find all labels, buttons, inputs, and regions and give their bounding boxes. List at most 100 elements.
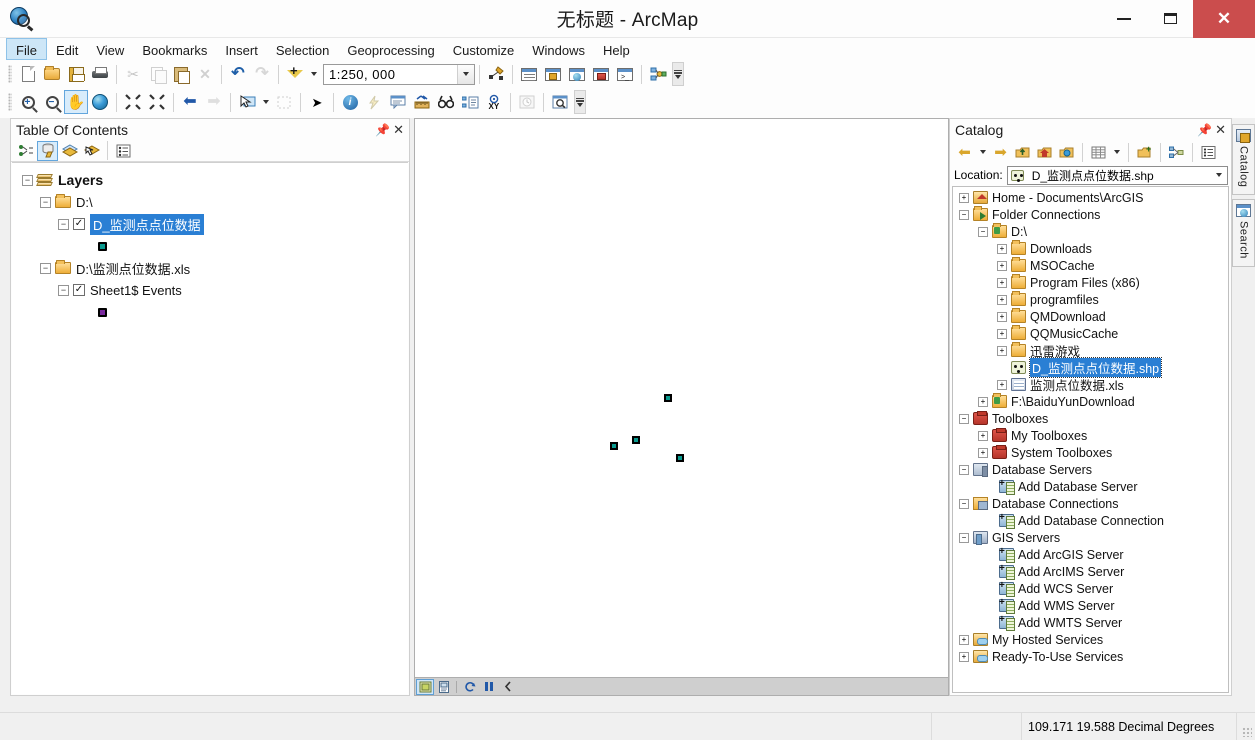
model-builder-button[interactable] [646,62,670,86]
catalog-back-button[interactable]: ⬅ [954,142,975,163]
redo-button[interactable]: ↷ [250,62,274,86]
toc-tree[interactable]: − Layers − D:\ − D_监测点点位数据 − D:\监测点位数据. [12,162,408,694]
close-icon[interactable]: ✕ [393,123,404,136]
toolbar-grip[interactable] [8,93,12,111]
catalog-item-add-database-connection[interactable]: Add Database Connection [953,512,1228,529]
catalog-item-toolboxes[interactable]: − Toolboxes [953,410,1228,427]
toc-row-layers[interactable]: − Layers [12,169,408,191]
search-window-button[interactable] [565,62,589,86]
zoom-out-button[interactable]: − [40,90,64,114]
expander-icon[interactable]: + [978,430,988,441]
catalog-item-database-servers[interactable]: − Database Servers [953,461,1228,478]
catalog-contents-panel-button[interactable] [1088,142,1109,163]
expander-icon[interactable]: − [959,498,969,509]
menu-geoprocessing[interactable]: Geoprocessing [338,38,443,60]
toc-row-layer-events[interactable]: − Sheet1$ Events [12,279,408,301]
expander-icon[interactable]: − [959,209,969,220]
select-features-dropdown[interactable] [259,90,272,114]
toolbar-grip[interactable] [8,65,12,83]
catalog-item-add-arcgis-server[interactable]: Add ArcGIS Server [953,546,1228,563]
catalog-item-add-arcims-server[interactable]: Add ArcIMS Server [953,563,1228,580]
expander-icon[interactable]: + [959,651,969,662]
expander-icon[interactable]: − [40,196,51,208]
chevron-down-icon[interactable] [1211,167,1227,184]
add-data-button[interactable] [283,62,307,86]
toc-options-button[interactable] [113,141,134,161]
pan-button[interactable]: ✋ [64,90,88,114]
catalog-item-add-wmts-server[interactable]: Add WMTS Server [953,614,1228,631]
expander-icon[interactable]: + [978,396,988,407]
menu-selection[interactable]: Selection [267,38,338,60]
catalog-back-dropdown[interactable] [976,140,989,164]
delete-button[interactable]: ✕ [193,62,217,86]
new-document-button[interactable] [16,62,40,86]
refresh-button[interactable] [461,679,479,695]
catalog-item-drive-d[interactable]: − D:\ [953,223,1228,240]
expander-icon[interactable]: + [997,328,1007,339]
pin-icon[interactable]: 📌 [1197,123,1212,137]
expander-icon[interactable]: + [959,192,969,203]
time-slider-button[interactable] [515,90,539,114]
expander-icon[interactable]: + [997,277,1007,288]
maximize-button[interactable] [1147,0,1193,38]
expander-icon[interactable]: + [978,447,988,458]
expander-icon[interactable]: − [959,413,969,424]
catalog-item-msocache[interactable]: + MSOCache [953,257,1228,274]
menu-file[interactable]: File [6,38,47,60]
catalog-home-button[interactable] [1034,142,1055,163]
catalog-item-add-database-server[interactable]: Add Database Server [953,478,1228,495]
connect-to-folder-button[interactable]: + [1134,142,1155,163]
expander-icon[interactable]: − [40,262,51,274]
toc-row-folder-xls[interactable]: − D:\监测点位数据.xls [12,257,408,279]
expander-icon[interactable]: + [997,260,1007,271]
identify-button[interactable]: i [338,90,362,114]
toolbar-overflow-button[interactable] [574,90,586,114]
catalog-options-button[interactable] [1198,142,1219,163]
catalog-item-xls[interactable]: + 监测点位数据.xls [953,376,1228,393]
catalog-item-add-wcs-server[interactable]: Add WCS Server [953,580,1228,597]
go-back-extent-button[interactable]: ⬅ [178,90,202,114]
full-extent-button[interactable] [88,90,112,114]
expander-icon[interactable]: + [997,294,1007,305]
catalog-item-ready-to-use-services[interactable]: + Ready-To-Use Services [953,648,1228,665]
expander-icon[interactable]: + [997,379,1007,390]
map-point-feature[interactable] [632,436,640,444]
fixed-zoom-out-button[interactable] [145,90,169,114]
catalog-item-qmdownload[interactable]: + QMDownload [953,308,1228,325]
side-tab-catalog[interactable]: Catalog [1232,124,1255,196]
paste-button[interactable] [169,62,193,86]
go-next-extent-button[interactable]: ➡ [202,90,226,114]
map-point-feature[interactable] [610,442,618,450]
list-by-selection-button[interactable] [81,141,102,161]
close-button[interactable]: ✕ [1193,0,1255,38]
catalog-item-add-wms-server[interactable]: Add WMS Server [953,597,1228,614]
add-data-dropdown[interactable] [307,62,320,86]
minimize-button[interactable] [1101,0,1147,38]
list-by-source-button[interactable] [37,140,58,161]
catalog-item-shapefile[interactable]: D_监测点点位数据.shp [953,357,1228,378]
toolbar-overflow-button[interactable] [672,62,684,86]
menu-help[interactable]: Help [594,38,639,60]
toc-row-folder-d[interactable]: − D:\ [12,191,408,213]
menu-edit[interactable]: Edit [47,38,87,60]
create-viewer-window-button[interactable] [548,90,572,114]
catalog-item-xunlei[interactable]: + 迅雷游戏 [953,342,1228,359]
cut-button[interactable]: ✂ [121,62,145,86]
expander-icon[interactable]: − [58,284,69,296]
table-of-contents-button[interactable] [517,62,541,86]
save-button[interactable] [64,62,88,86]
close-icon[interactable]: ✕ [1215,123,1226,136]
expander-icon[interactable]: − [959,464,969,475]
menu-bookmarks[interactable]: Bookmarks [133,38,216,60]
expander-icon[interactable]: + [997,345,1007,356]
list-by-drawing-order-button[interactable] [15,141,36,161]
undo-button[interactable]: ↶ [226,62,250,86]
data-view-button[interactable] [416,678,434,695]
catalog-item-qqmusiccache[interactable]: + QQMusicCache [953,325,1228,342]
catalog-tree[interactable]: + Home - Documents\ArcGIS − Folder Conne… [952,186,1229,693]
map-point-feature[interactable] [676,454,684,462]
toggle-tree-button[interactable] [1166,142,1187,163]
toc-row-layer-shapefile[interactable]: − D_监测点点位数据 [12,213,408,235]
catalog-item-system-toolboxes[interactable]: + System Toolboxes [953,444,1228,461]
previous-extent-button[interactable] [499,679,517,695]
